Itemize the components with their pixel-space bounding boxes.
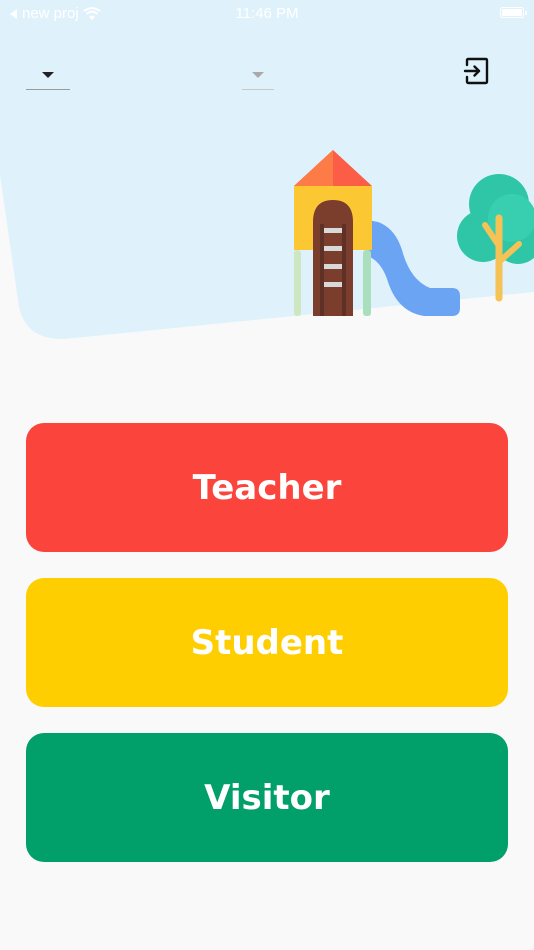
status-bar: new proj 11:46 PM <box>0 0 534 28</box>
visitor-button[interactable]: Visitor <box>26 733 508 862</box>
playground-illustration <box>294 150 534 316</box>
teacher-button[interactable]: Teacher <box>26 423 508 552</box>
student-button[interactable]: Student <box>26 578 508 707</box>
teacher-button-label: Teacher <box>192 467 342 508</box>
chevron-down-icon <box>252 72 264 78</box>
battery-icon <box>500 7 527 18</box>
playground-slide-icon <box>294 150 460 316</box>
secondary-dropdown[interactable] <box>242 64 274 90</box>
dropdown-underline <box>242 89 274 90</box>
primary-dropdown[interactable] <box>26 64 70 90</box>
tree-icon <box>457 174 534 302</box>
chevron-down-icon <box>42 72 54 78</box>
student-button-label: Student <box>190 622 344 663</box>
status-time: 11:46 PM <box>235 5 299 22</box>
logout-icon[interactable] <box>460 54 494 88</box>
dropdown-underline <box>26 89 70 90</box>
visitor-button-label: Visitor <box>204 777 330 818</box>
